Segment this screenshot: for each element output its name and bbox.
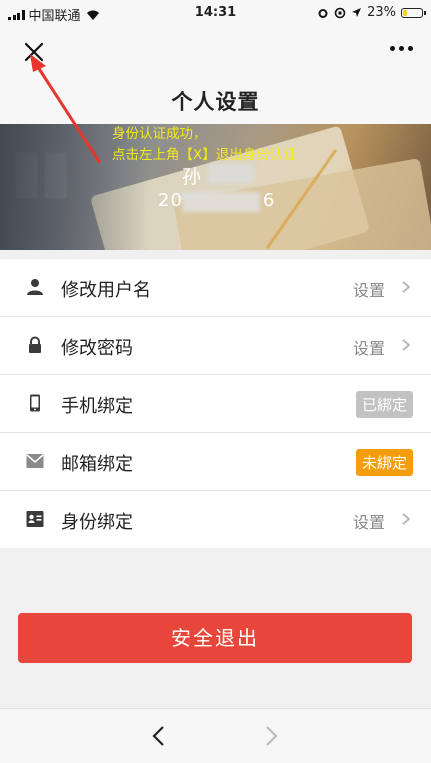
forward-arrow-icon[interactable] <box>260 723 282 749</box>
user-name: 孙 <box>182 166 202 188</box>
redacted-id <box>182 192 260 212</box>
nav-bar: 个人设置 <box>0 26 431 124</box>
settings-row-label: 身份绑定 <box>61 512 133 533</box>
user-id-prefix: 20 <box>158 190 183 211</box>
settings-row-label: 邮箱绑定 <box>61 454 133 475</box>
settings-list: 修改用户名 设置 修改密码 设置 手机绑定 已綁定 邮箱绑定 未綁定 身份绑定 … <box>0 259 431 548</box>
redacted-name <box>208 164 254 184</box>
lock-icon <box>29 336 41 353</box>
alarm-icon <box>318 8 328 18</box>
phone-icon <box>30 394 40 412</box>
profile-banner: ▮▮ 孙 206 身份认证成功， 点击左上角【X】退出身份认证 <box>0 124 431 250</box>
browser-toolbar <box>0 708 431 763</box>
logout-button[interactable]: 安全退出 <box>18 613 412 663</box>
mail-icon <box>26 454 44 468</box>
page-title: 个人设置 <box>171 90 260 114</box>
status-badge-unbound[interactable]: 未綁定 <box>355 449 413 476</box>
location-icon <box>352 8 362 17</box>
annotation-line-1: 身份认证成功， <box>112 126 207 142</box>
status-bar: 中国联通 14:31 23% <box>0 0 431 26</box>
user-id-suffix: 6 <box>262 190 276 211</box>
person-icon <box>27 279 43 295</box>
status-badge-bound: 已綁定 <box>355 391 413 418</box>
settings-action[interactable]: 设置 <box>353 335 385 359</box>
rotation-lock-icon <box>334 7 346 18</box>
chevron-right-icon <box>402 339 411 351</box>
settings-row-email[interactable]: 邮箱绑定 未綁定 <box>0 433 431 491</box>
settings-row-label: 手机绑定 <box>61 396 133 417</box>
chevron-right-icon <box>402 513 411 525</box>
close-icon[interactable] <box>20 38 48 66</box>
settings-row-label: 修改用户名 <box>61 280 151 301</box>
settings-row-password[interactable]: 修改密码 设置 <box>0 317 431 375</box>
back-arrow-icon[interactable] <box>148 723 170 749</box>
annotation-text: 身份认证成功， 点击左上角【X】退出身份认证 <box>112 124 297 166</box>
battery-fill <box>403 9 407 16</box>
chevron-right-icon <box>402 281 411 293</box>
battery-icon <box>401 7 426 18</box>
id-card-icon <box>26 511 44 527</box>
more-dots-icon[interactable] <box>390 46 413 51</box>
annotation-line-2: 点击左上角【X】退出身份认证 <box>112 147 297 163</box>
settings-row-label: 修改密码 <box>61 338 133 359</box>
battery-percent: 23% <box>367 5 396 20</box>
settings-row-username[interactable]: 修改用户名 设置 <box>0 259 431 317</box>
settings-row-identity[interactable]: 身份绑定 设置 <box>0 491 431 548</box>
settings-action[interactable]: 设置 <box>353 277 385 301</box>
settings-action[interactable]: 设置 <box>353 509 385 533</box>
status-right: 23% <box>317 5 426 20</box>
settings-row-phone[interactable]: 手机绑定 已綁定 <box>0 375 431 433</box>
